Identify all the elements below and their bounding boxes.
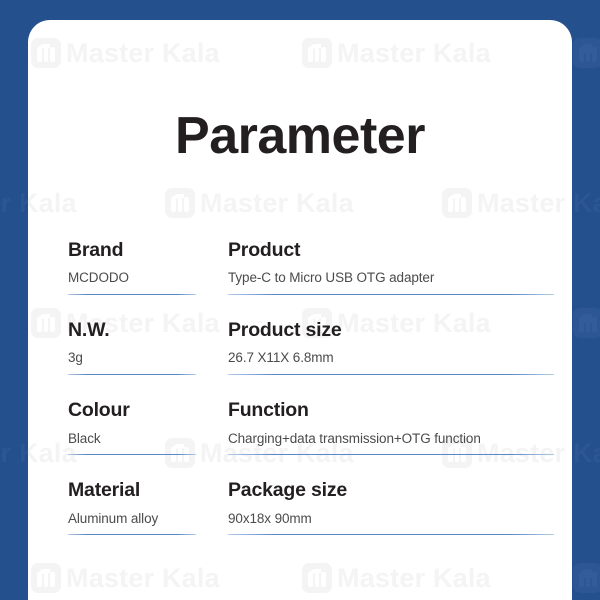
spec-label: N.W. [68, 319, 110, 342]
spec-underline [228, 373, 554, 376]
spec-underline [228, 533, 554, 536]
spec-label: Brand [68, 239, 124, 261]
spec-underline [68, 453, 196, 456]
spec-cell-left: Colour Black [68, 398, 228, 456]
page-title: Parameter [175, 107, 425, 165]
spec-cell-right: Product size 26.7 X11X 6.8mm [228, 318, 554, 376]
spec-cell-left: N.W. 3g [68, 318, 228, 376]
spec-cell-right: Function Charging+data transmission+OTG f… [228, 398, 554, 456]
spec-cell-right: Product Type-C to Micro USB OTG adapter [228, 238, 554, 296]
spec-row: Brand MCDODO Product Type-C to Micro USB OT… [68, 238, 554, 296]
spec-value: Charging+data transmission+OTG function [228, 430, 481, 446]
spec-value: Black [68, 430, 101, 446]
spec-value: MCDODO [68, 270, 129, 286]
spec-underline [68, 373, 196, 376]
master-kala-logo-icon [573, 563, 600, 593]
master-kala-logo-icon [573, 308, 600, 338]
spec-cell-left: Material Aluminum alloy [68, 478, 228, 536]
spec-cell-right: Package size 90x18x 90mm [228, 478, 554, 536]
spec-card: Master KalaMaster KalaMaster KalaMaster … [28, 20, 572, 600]
spec-cell-left: Brand MCDODO [68, 238, 228, 296]
spec-underline [228, 293, 554, 296]
spec-underline [68, 533, 196, 536]
spec-row: Material Aluminum alloy Package size 90x18x… [68, 478, 554, 536]
spec-label: Function [228, 399, 309, 422]
spec-underline [68, 293, 196, 296]
watermark: Master Kala [573, 38, 600, 68]
watermark: Master Kala [573, 563, 600, 593]
spec-label: Product size [228, 319, 342, 342]
master-kala-logo-icon [573, 38, 600, 68]
spec-row: N.W. 3g Product size 26.7 X11X 6.8mm [68, 318, 554, 376]
spec-content: Parameter Brand MCDODO Product Type-C to Mi… [28, 20, 572, 600]
spec-label: Colour [68, 399, 130, 422]
spec-label: Product [228, 239, 301, 261]
spec-value: 90x18x 90mm [228, 510, 312, 526]
spec-value: 26.7 X11X 6.8mm [228, 350, 334, 366]
spec-label: Package size [228, 479, 348, 502]
spec-table: Brand MCDODO Product Type-C to Micro USB OT… [68, 238, 554, 558]
spec-row: Colour Black Function Charging+data transmi… [68, 398, 554, 456]
spec-value: 3g [68, 350, 83, 366]
spec-underline [228, 453, 554, 456]
watermark: Master Kala [573, 308, 600, 338]
spec-value: Aluminum alloy [68, 510, 159, 526]
product-spec-frame: Master KalaMaster KalaMaster KalaMaster … [0, 0, 600, 600]
spec-value: Type-C to Micro USB OTG adapter [228, 270, 435, 286]
spec-label: Material [68, 479, 141, 502]
